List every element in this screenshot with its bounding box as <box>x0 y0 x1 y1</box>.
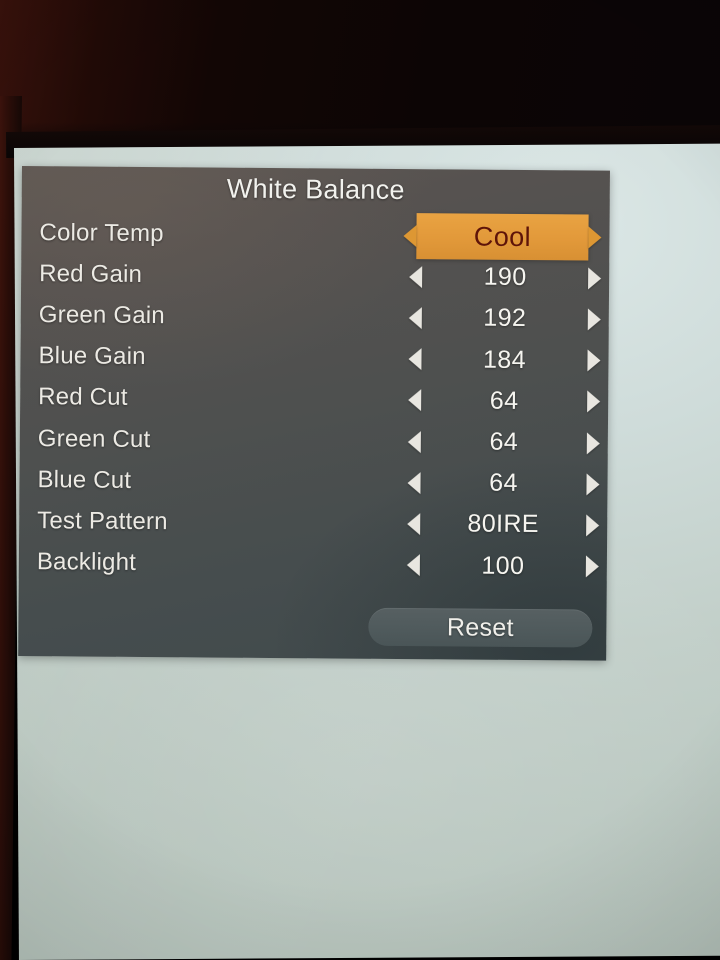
setting-row[interactable]: Green Gain 192 <box>21 294 609 340</box>
setting-value[interactable]: 190 <box>422 262 588 292</box>
reset-row: Reset <box>18 605 606 648</box>
setting-row[interactable]: Red Cut 64 <box>20 377 608 423</box>
triangle-left-icon[interactable] <box>406 554 420 577</box>
setting-value[interactable]: 64 <box>421 386 587 416</box>
triangle-right-icon[interactable] <box>585 555 599 578</box>
setting-value[interactable]: 80IRE <box>420 510 586 540</box>
setting-label: Backlight <box>36 548 137 577</box>
setting-stepper: 100 <box>406 548 599 584</box>
setting-row[interactable]: Blue Gain 184 <box>20 336 608 382</box>
setting-label: Red Cut <box>38 383 128 412</box>
triangle-right-icon[interactable] <box>588 226 602 249</box>
setting-label: Red Gain <box>39 259 143 288</box>
setting-label: Test Pattern <box>37 507 168 536</box>
setting-row[interactable]: Color Temp Cool <box>21 212 609 261</box>
setting-value[interactable]: 64 <box>421 427 587 457</box>
setting-value[interactable]: Cool <box>416 212 589 261</box>
setting-stepper: 190 <box>409 260 602 296</box>
setting-value[interactable]: 192 <box>422 304 588 334</box>
triangle-right-icon[interactable] <box>586 473 600 496</box>
triangle-right-icon[interactable] <box>587 308 601 331</box>
setting-label: Green Gain <box>38 301 166 330</box>
setting-stepper: 64 <box>407 425 600 461</box>
reset-button[interactable]: Reset <box>368 607 593 648</box>
triangle-left-icon[interactable] <box>409 265 423 288</box>
setting-stepper: 80IRE <box>407 507 600 543</box>
triangle-right-icon[interactable] <box>586 431 600 455</box>
setting-label: Blue Cut <box>37 465 132 494</box>
page-title: White Balance <box>226 173 405 206</box>
settings-list: Color Temp Cool Red Gain 190 Green Gain 192 Bl… <box>19 212 610 587</box>
setting-label: Blue Gain <box>38 342 146 371</box>
setting-row[interactable]: Test Pattern 80IRE <box>19 500 607 546</box>
triangle-left-icon[interactable] <box>407 430 421 453</box>
triangle-left-icon[interactable] <box>408 307 422 330</box>
triangle-right-icon[interactable] <box>587 349 601 372</box>
setting-label: Color Temp <box>39 218 164 247</box>
setting-row[interactable]: Green Cut 64 <box>20 418 608 464</box>
setting-value[interactable]: 184 <box>421 345 587 375</box>
triangle-right-icon[interactable] <box>587 390 601 413</box>
triangle-left-icon[interactable] <box>407 471 421 494</box>
setting-label: Green Cut <box>37 424 151 453</box>
white-balance-osd-panel: White Balance Color Temp Cool Red Gain 190 G… <box>18 166 610 661</box>
setting-stepper: 184 <box>408 342 601 378</box>
triangle-left-icon[interactable] <box>408 389 422 412</box>
setting-stepper: 192 <box>408 301 601 337</box>
triangle-left-icon[interactable] <box>403 224 417 247</box>
triangle-left-icon[interactable] <box>407 512 421 536</box>
setting-value[interactable]: 64 <box>420 468 586 498</box>
setting-stepper: 64 <box>407 466 600 502</box>
setting-value[interactable]: 100 <box>420 551 586 581</box>
setting-row[interactable]: Red Gain 190 <box>21 253 609 299</box>
setting-row[interactable]: Backlight 100 <box>19 541 607 587</box>
setting-stepper: 64 <box>408 383 601 419</box>
screenshot-root: White Balance Color Temp Cool Red Gain 190 G… <box>0 0 720 960</box>
triangle-right-icon[interactable] <box>586 514 600 537</box>
setting-stepper: Cool <box>403 212 602 261</box>
triangle-left-icon[interactable] <box>408 348 422 371</box>
setting-row[interactable]: Blue Cut 64 <box>19 459 607 505</box>
triangle-right-icon[interactable] <box>588 267 602 290</box>
